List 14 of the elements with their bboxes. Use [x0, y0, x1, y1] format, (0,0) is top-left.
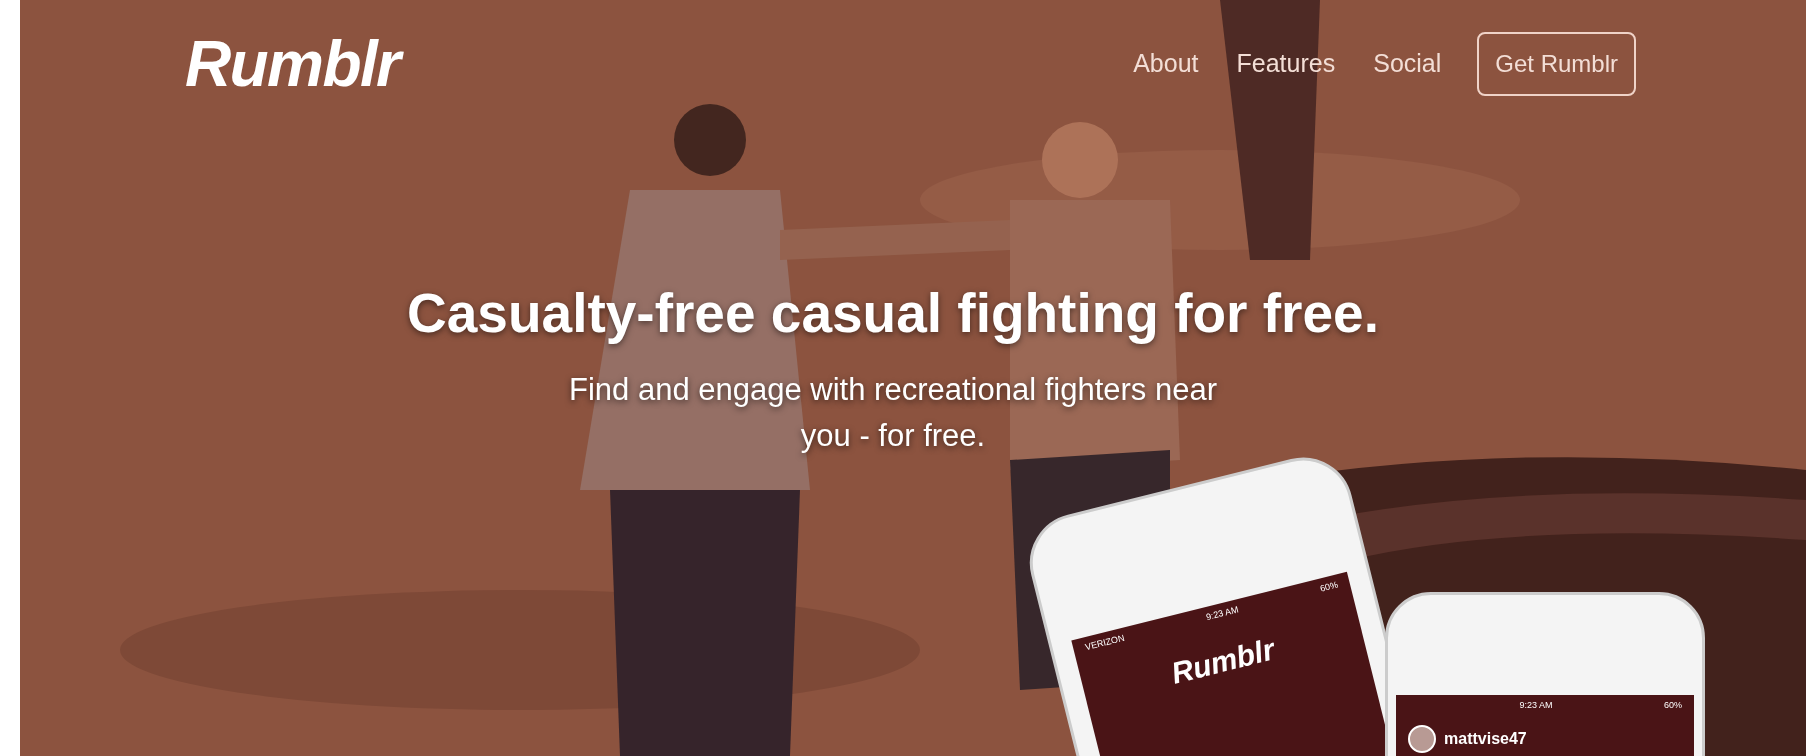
username: mattvise47: [1444, 728, 1527, 749]
headline: Casualty-free casual fighting for free.: [407, 281, 1379, 346]
status-time: 9:23 AM: [1519, 699, 1553, 712]
battery-label: 60%: [1663, 699, 1682, 712]
app-logo: Rumblr: [1166, 630, 1279, 692]
status-time: 9:23 AM: [1204, 603, 1241, 625]
carrier-label: VERIZON: [1083, 631, 1127, 655]
get-app-button[interactable]: Get Rumblr: [1477, 32, 1636, 96]
nav-link[interactable]: Social: [1373, 45, 1442, 83]
battery-label: 60%: [1318, 578, 1340, 596]
subheadline: Find and engage with recreational fighters near you - for free.: [568, 370, 1218, 455]
nav-link[interactable]: Features: [1236, 45, 1336, 83]
avatar: [1408, 724, 1436, 753]
nav-link[interactable]: About: [1133, 45, 1199, 83]
